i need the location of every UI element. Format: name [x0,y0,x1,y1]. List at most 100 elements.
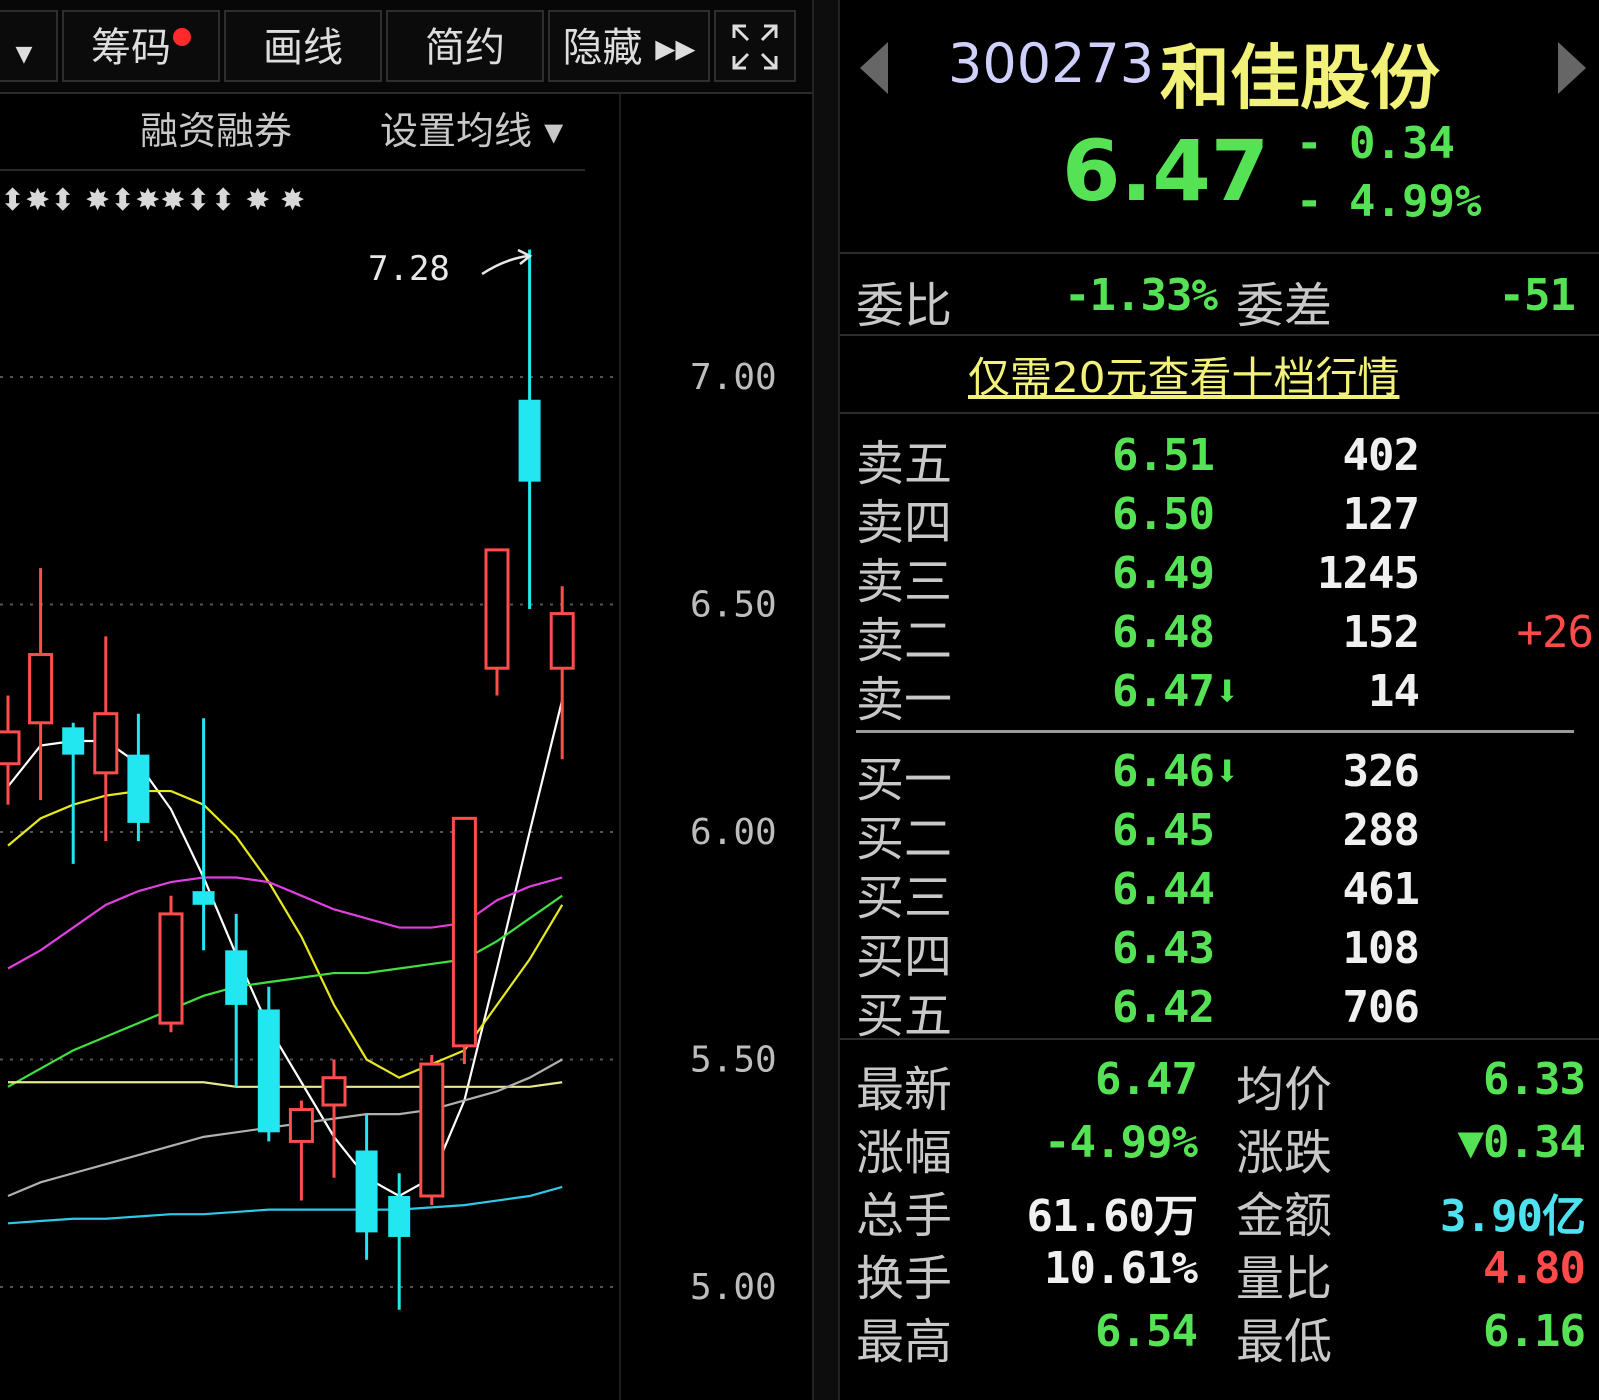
candlestick[interactable] [419,1054,445,1206]
candlestick[interactable] [451,816,477,1065]
candlestick[interactable] [127,713,150,842]
high-arrow-icon [481,248,533,276]
stat-label: 量比 [1236,1251,1333,1307]
stock-code: 300273 [948,32,1155,95]
fullscreen-button[interactable] [714,10,796,82]
next-stock-arrow[interactable] [1558,42,1586,94]
candle-body [127,754,150,823]
dropdown-button[interactable]: ▼ [0,10,58,82]
chips-button[interactable]: 筹码 [62,10,220,82]
kline-chart-panel[interactable]: 融资融券 设置均线 ▾ ⬍✸⬍ ✸⬍✸✸⬍⬍ ✸ ✸ 7.28 7.00 6.50… [0,94,812,1400]
weibi-value: -1.33% [1064,270,1218,321]
order-price: 6.45 [1112,805,1215,856]
prev-stock-arrow[interactable] [860,42,888,94]
panel-splitter[interactable] [812,0,840,1400]
candle-body [321,1076,347,1107]
level10-promo-link[interactable]: 仅需20元查看十档行情 [968,344,1399,405]
stat-label: 金额 [1236,1188,1333,1244]
candle-body [388,1196,411,1237]
order-volume: 1245 [1317,548,1420,599]
moving-average-line [8,1081,563,1088]
stat-label: 总手 [856,1188,953,1244]
candle-body [355,1150,378,1233]
weicha-value: -51 [1498,270,1576,321]
candlestick[interactable] [225,913,248,1087]
candlestick[interactable] [388,1173,411,1310]
notification-dot [173,28,191,46]
hide-label: 隐藏 ▸▸ [562,25,696,71]
order-book-row[interactable]: 卖三 6.49 1245 [840,542,1599,610]
order-book-row[interactable]: 卖一 6.47⬇ 14 [840,660,1599,728]
stat-label: 均价 [1236,1062,1333,1118]
stat-label: 换手 [856,1251,953,1307]
candle-body [158,912,184,1025]
ask-book: 卖五 6.51 402 卖四 6.50 127 卖三 6.49 1245 卖二 6.48 152 +26… [840,424,1599,728]
order-volume: 326 [1342,746,1420,797]
order-book-row[interactable]: 买二 6.45 288 [840,799,1599,867]
margin-trading-label[interactable]: 融资融券 [140,109,292,153]
moving-average-line [7,789,564,1079]
order-book-row[interactable]: 卖四 6.50 127 [840,483,1599,551]
candle-body [0,730,21,766]
order-book-row[interactable]: 卖二 6.48 152 +26 [840,601,1599,669]
candlestick[interactable] [257,986,280,1142]
order-price: 6.48 [1112,607,1215,658]
chart-toolbar: ▼ 筹码 画线 简约 隐藏 ▸▸ [0,0,812,94]
candle-body [288,1108,314,1143]
order-book-row[interactable]: 卖五 6.51 402 [840,424,1599,492]
order-price: 6.46⬇ [1112,746,1240,797]
order-book-row[interactable]: 买四 6.43 108 [840,917,1599,985]
candle-body [419,1062,445,1198]
simple-mode-label: 简约 [425,25,505,71]
stat-value: 4.80 [1483,1243,1586,1294]
moving-average-line [7,1185,563,1225]
candlestick[interactable] [0,695,21,805]
candlestick[interactable] [355,1114,378,1260]
quote-panel: 300273 和佳股份 6.47 - 0.34 - 4.99% 委比 -1.33… [840,0,1599,1400]
stat-value: -4.99% [1044,1117,1198,1168]
draw-line-button[interactable]: 画线 [224,10,382,82]
draw-line-label: 画线 [263,25,343,71]
y-axis-tick-label: 6.00 [690,812,777,853]
candle-body [451,816,477,1048]
candlestick[interactable] [93,636,119,842]
candle-body [28,653,54,725]
signal-marks: ⬍✸⬍ ✸⬍✸✸⬍⬍ ✸ ✸ [0,183,305,218]
candlestick[interactable] [158,895,184,1033]
order-volume-change: +26 [1516,607,1594,658]
candle-body [549,612,575,670]
candlestick[interactable] [28,568,54,801]
moving-average-line [7,876,563,970]
stat-label: 最新 [856,1062,953,1118]
candlestick[interactable] [518,249,541,610]
simple-mode-button[interactable]: 简约 [386,10,544,82]
order-volume: 288 [1342,805,1420,856]
order-price: 6.47⬇ [1112,666,1240,717]
candlestick[interactable] [62,722,85,864]
price-change-pct: - 4.99% [1296,176,1482,227]
candlestick[interactable] [192,718,215,951]
candlestick[interactable] [288,1100,314,1201]
order-book-row[interactable]: 买五 6.42 706 [840,976,1599,1044]
stat-value: 6.33 [1483,1054,1586,1105]
order-level-label: 买五 [856,988,953,1044]
ma-settings-label[interactable]: 设置均线 ▾ [380,109,563,153]
candlestick[interactable] [484,548,510,696]
y-axis-tick-label: 5.50 [690,1040,777,1081]
moving-average-line [7,1058,563,1198]
order-book-row[interactable]: 买三 6.44 461 [840,858,1599,926]
y-axis-tick-label: 7.00 [690,357,777,398]
high-price-label: 7.28 [368,249,450,289]
order-volume: 706 [1342,982,1420,1033]
order-volume: 108 [1342,923,1420,974]
order-book-row[interactable]: 买一 6.46⬇ 326 [840,740,1599,808]
y-axis-tick-label: 5.00 [690,1267,777,1308]
stat-label: 涨跌 [1236,1125,1333,1181]
order-level-label: 卖一 [856,672,953,728]
moving-average-line [7,894,563,1088]
y-axis-tick-label: 6.50 [690,585,777,626]
hide-button[interactable]: 隐藏 ▸▸ [548,10,710,82]
chips-button-label: 筹码 [91,25,171,71]
price-change: - 0.34 [1296,118,1455,169]
kline-chart[interactable]: 融资融券 设置均线 ▾ ⬍✸⬍ ✸⬍✸✸⬍⬍ ✸ ✸ 7.28 7.00 6.50… [0,94,812,1400]
